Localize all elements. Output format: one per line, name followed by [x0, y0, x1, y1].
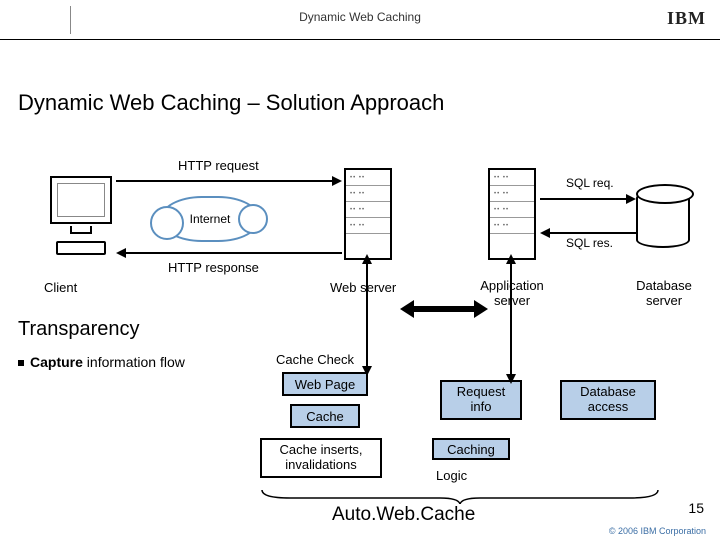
internet-cloud-icon: Internet [160, 196, 260, 242]
app-server-icon: •• •••• •••• •••• •• [488, 168, 536, 260]
box-db-access-l2: access [588, 400, 628, 415]
box-cache-invalidations: Cache inserts, invalidations [260, 438, 382, 478]
conn-web-to-webpage-head-up [362, 254, 372, 264]
arrow-head-sql-req [626, 194, 636, 204]
bullet-square-icon [18, 360, 24, 366]
box-request-info: Request info [440, 380, 522, 420]
double-arrow-head-right [474, 300, 488, 318]
label-autowebcache: Auto.Web.Cache [332, 504, 475, 526]
double-arrow-line [414, 306, 474, 312]
box-cache-text: Cache [306, 409, 344, 424]
label-sql-req: SQL req. [566, 176, 614, 190]
box-inval-l1: Cache inserts, [279, 443, 362, 458]
arrow-head-http-request [332, 176, 342, 186]
bullet-strong: Capture [30, 354, 83, 370]
conn-app-to-reqinfo [510, 262, 512, 376]
slide-number: 15 [688, 500, 704, 516]
conn-web-to-webpage [366, 262, 368, 368]
label-http-request: HTTP request [178, 158, 259, 173]
label-logic: Logic [436, 468, 496, 488]
label-client: Client [44, 280, 77, 295]
box-caching: Caching [432, 438, 510, 460]
conn-app-to-reqinfo-head-up [506, 254, 516, 264]
box-database-access: Database access [560, 380, 656, 420]
box-inval-l2: invalidations [285, 458, 357, 473]
section-heading-transparency: Transparency [18, 318, 140, 341]
client-stand-icon [70, 226, 92, 234]
bullet-capture-info-flow: Capture information flow [18, 354, 185, 370]
arrow-sql-req [540, 198, 626, 200]
arrow-sql-res [550, 232, 636, 234]
bullet-rest: information flow [83, 354, 185, 370]
label-internet: Internet [162, 212, 258, 226]
box-caching-text: Caching [447, 442, 495, 457]
ibm-logo: IBM [667, 8, 706, 29]
label-db-server: Database server [628, 278, 700, 308]
box-db-access-l1: Database [580, 385, 636, 400]
arrow-http-request [116, 180, 332, 182]
arrow-head-http-response [116, 248, 126, 258]
web-server-icon: •• •••• •••• •••• •• [344, 168, 392, 260]
curly-brace-icon [260, 486, 660, 504]
label-sql-res: SQL res. [566, 236, 613, 250]
label-cache-check: Cache Check [276, 352, 354, 367]
double-arrow-head-left [400, 300, 414, 318]
box-cache: Cache [290, 404, 360, 428]
client-monitor-icon [50, 176, 112, 224]
conn-app-to-reqinfo-head [506, 374, 516, 384]
conn-web-to-webpage-head [362, 366, 372, 376]
database-icon [636, 190, 690, 248]
slide-header: Dynamic Web Caching IBM [0, 0, 720, 40]
box-web-page-text: Web Page [295, 377, 355, 392]
deck-title: Dynamic Web Caching [0, 10, 720, 24]
client-base-icon [56, 241, 106, 255]
label-http-response: HTTP response [168, 260, 259, 275]
box-request-info-l1: Request [457, 385, 505, 400]
label-web-server: Web server [330, 280, 396, 295]
slide-title: Dynamic Web Caching – Solution Approach [18, 90, 444, 116]
arrow-head-sql-res [540, 228, 550, 238]
arrow-http-response [126, 252, 342, 254]
box-web-page: Web Page [282, 372, 368, 396]
copyright: © 2006 IBM Corporation [609, 526, 706, 536]
box-request-info-l2: info [471, 400, 492, 415]
